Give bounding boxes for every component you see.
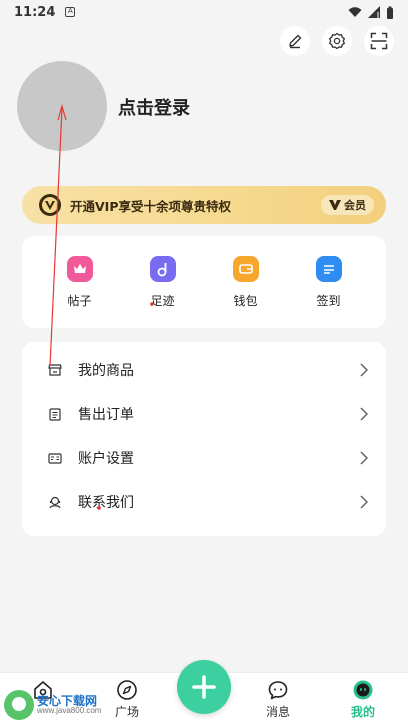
status-time: 11:24 bbox=[14, 4, 56, 20]
vip-promo-text: 开通VIP享受十余项尊贵特权 bbox=[70, 198, 231, 214]
watermark: 安心下载网 www.java800.com bbox=[4, 690, 101, 720]
chevron-right-icon bbox=[360, 407, 368, 421]
music-note-icon bbox=[149, 255, 176, 282]
vip-member-tag[interactable]: 会员 bbox=[321, 195, 374, 215]
menu-item-account-settings[interactable]: 账户设置 bbox=[22, 436, 386, 480]
add-post-button[interactable] bbox=[177, 660, 231, 714]
avatar[interactable] bbox=[17, 61, 107, 151]
notification-a-icon: A bbox=[65, 7, 76, 17]
menu-item-label: 我的商品 bbox=[78, 363, 134, 379]
wallet-icon bbox=[232, 255, 259, 282]
chevron-right-icon bbox=[360, 451, 368, 465]
signal-icon bbox=[368, 6, 380, 18]
quick-actions-card: 帖子 足迹 钱包 签到 bbox=[22, 236, 386, 328]
scan-icon bbox=[370, 32, 388, 50]
account-card-icon bbox=[48, 451, 62, 465]
quick-item-checkin[interactable]: 签到 bbox=[299, 255, 359, 309]
quick-item-label: 足迹 bbox=[150, 293, 175, 308]
vip-member-label: 会员 bbox=[344, 199, 366, 212]
menu-item-label: 账户设置 bbox=[78, 451, 134, 467]
watermark-text: 安心下载网 www.java800.com bbox=[37, 694, 102, 716]
checkin-icon bbox=[315, 255, 342, 282]
smiley-icon bbox=[353, 680, 373, 700]
watermark-logo-icon bbox=[4, 690, 34, 720]
quick-item-label: 帖子 bbox=[67, 293, 92, 308]
tab-mine[interactable]: 我的 bbox=[338, 679, 388, 720]
chevron-right-icon bbox=[360, 363, 368, 377]
status-bar: 11:24 A bbox=[0, 0, 408, 24]
menu-item-my-products[interactable]: 我的商品 bbox=[22, 348, 386, 392]
chevron-right-icon bbox=[360, 495, 368, 509]
vip-banner[interactable]: 开通VIP享受十余项尊贵特权 会员 bbox=[22, 186, 386, 224]
quick-item-footprints[interactable]: 足迹 bbox=[133, 255, 193, 309]
quick-item-wallet[interactable]: 钱包 bbox=[216, 255, 276, 309]
status-icons bbox=[348, 6, 394, 19]
login-prompt[interactable]: 点击登录 bbox=[118, 94, 190, 120]
top-actions bbox=[280, 26, 394, 56]
menu-item-label: 售出订单 bbox=[78, 407, 134, 423]
store-icon bbox=[48, 363, 62, 377]
menu-card: 我的商品 售出订单 账户设置 联系我们 bbox=[22, 342, 386, 536]
edit-button[interactable] bbox=[280, 26, 310, 56]
menu-item-contact-us[interactable]: 联系我们 bbox=[22, 480, 386, 524]
pencil-icon bbox=[289, 34, 302, 49]
support-icon bbox=[48, 495, 62, 509]
gear-icon bbox=[329, 32, 345, 50]
quick-item-posts[interactable]: 帖子 bbox=[50, 255, 110, 309]
vip-badge-icon bbox=[39, 194, 61, 216]
quick-item-label: 签到 bbox=[316, 293, 341, 308]
wifi-icon bbox=[348, 7, 362, 17]
tab-messages[interactable]: 消息 bbox=[253, 679, 303, 720]
v-mark-icon bbox=[329, 200, 341, 210]
plus-icon bbox=[192, 675, 216, 699]
settings-button[interactable] bbox=[322, 26, 352, 56]
quick-item-label: 钱包 bbox=[233, 293, 258, 308]
tab-label: 广场 bbox=[114, 705, 139, 719]
scan-button[interactable] bbox=[364, 26, 394, 56]
menu-item-sold-orders[interactable]: 售出订单 bbox=[22, 392, 386, 436]
tab-label: 我的 bbox=[350, 705, 375, 719]
tab-square[interactable]: 广场 bbox=[102, 679, 152, 720]
crown-icon bbox=[66, 255, 93, 282]
tab-label: 消息 bbox=[265, 705, 290, 719]
menu-item-label: 联系我们 bbox=[78, 495, 134, 511]
order-list-icon bbox=[48, 407, 62, 421]
chat-bubble-icon bbox=[268, 681, 288, 700]
battery-icon bbox=[387, 6, 393, 19]
compass-icon bbox=[117, 680, 137, 700]
watermark-url: www.java800.com bbox=[37, 706, 102, 716]
